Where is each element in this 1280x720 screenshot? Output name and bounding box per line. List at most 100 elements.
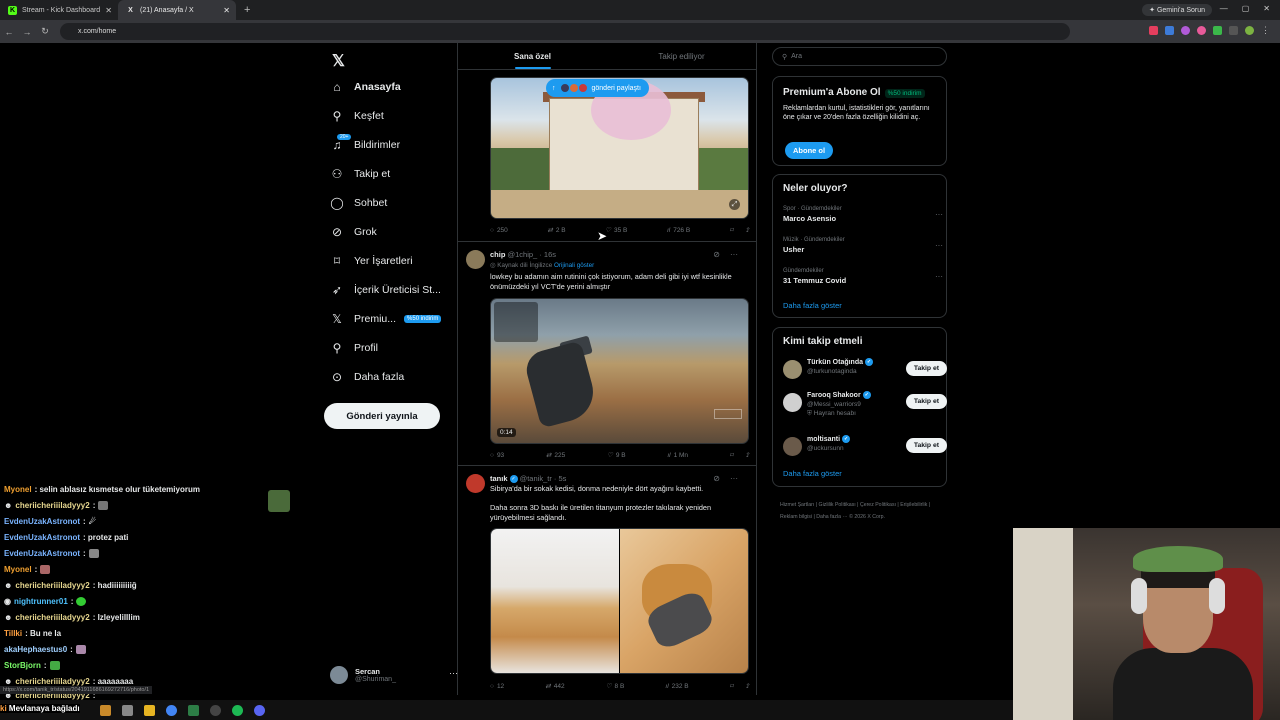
extension-icon[interactable] xyxy=(1181,26,1190,35)
forward-icon[interactable]: → xyxy=(18,27,36,37)
footer-links[interactable]: Hizmet Şartları | Gizlilik Politikası | … xyxy=(780,499,940,523)
follow-suggestion[interactable]: moltisanti ✓ @uckursunn Takip et xyxy=(783,433,947,459)
show-more-link[interactable]: Daha fazla göster xyxy=(783,469,842,478)
spotify-icon[interactable] xyxy=(232,704,243,716)
menu-dots-icon[interactable]: ⋮ xyxy=(1261,25,1270,36)
post[interactable]: chip @1chip_ · 16s ⊘ ··· ◎ Kaynak dili İn… xyxy=(458,241,756,465)
sidebar-item-home[interactable]: ⌂ Anasayfa xyxy=(330,75,460,99)
extension-icon[interactable] xyxy=(1149,26,1158,35)
like-button[interactable]: ♡ 9 B xyxy=(607,451,626,460)
puzzle-icon[interactable] xyxy=(1229,26,1238,35)
show-more-link[interactable]: Daha fazla göster xyxy=(783,301,842,310)
repost-button[interactable]: ⇄ 225 xyxy=(546,451,565,460)
sidebar-item-creator-studio[interactable]: ➶ İçerik Üreticisi St... xyxy=(330,278,460,302)
show-original-link[interactable]: Orijinali göster xyxy=(554,262,594,269)
post-image[interactable]: ⤢ xyxy=(490,77,749,219)
post-image[interactable] xyxy=(490,528,749,674)
more-dots-icon[interactable]: ··· xyxy=(730,250,738,259)
more-dots-icon[interactable]: ··· xyxy=(935,210,943,219)
view-count: 1 Mn xyxy=(673,451,689,459)
grok-icon[interactable]: ⊘ xyxy=(713,250,720,259)
sidebar-item-premium[interactable]: 𝕏 Premiu... %50 indirim xyxy=(330,307,460,331)
more-dots-icon[interactable]: ··· xyxy=(730,474,738,483)
tab-following[interactable]: Takip ediliyor xyxy=(607,43,756,69)
grok-icon[interactable]: ⊘ xyxy=(713,474,720,483)
like-button[interactable]: ♡ 8 B xyxy=(606,682,625,691)
post-button[interactable]: Gönderi yayınla xyxy=(324,403,440,429)
new-tab-icon[interactable]: + xyxy=(244,4,250,16)
follow-button[interactable]: Takip et xyxy=(905,394,947,409)
author-name[interactable]: tanık xyxy=(490,474,508,483)
sidebar-item-profile[interactable]: ⚲ Profil xyxy=(330,336,460,360)
reload-icon[interactable]: ↻ xyxy=(36,26,54,37)
extension-icon[interactable] xyxy=(1165,26,1174,35)
sidebar-item-explore[interactable]: ⚲ Keşfet xyxy=(330,104,460,128)
maximize-icon[interactable]: ▢ xyxy=(1242,4,1250,13)
subscribe-button[interactable]: Abone ol xyxy=(785,142,834,159)
back-icon[interactable]: ← xyxy=(0,27,18,37)
extension-icon[interactable] xyxy=(1197,26,1206,35)
share-icon[interactable]: ⇪ xyxy=(745,226,750,234)
sidebar-item-notifications[interactable]: ♫ 20+ Bildirimler xyxy=(330,133,460,157)
sidebar-item-follow[interactable]: ⚇ Takip et xyxy=(330,162,460,186)
follow-button[interactable]: Takip et xyxy=(905,438,947,453)
avatar[interactable] xyxy=(466,474,485,493)
gemini-button[interactable]: ✦ Gemini'a Sorun xyxy=(1142,4,1212,16)
search-input[interactable]: ⚲ Ara xyxy=(772,47,947,66)
repost-button[interactable]: ⇄ 442 xyxy=(545,682,564,691)
trend-item[interactable]: Müzik · Gündemdekiler Usher ··· xyxy=(783,237,943,254)
sidebar-item-bookmarks[interactable]: ⌑ Yer İşaretleri xyxy=(330,249,460,273)
app-icon[interactable] xyxy=(188,704,199,716)
reply-button[interactable]: ○ 12 xyxy=(490,682,504,690)
more-dots-icon[interactable]: ··· xyxy=(935,241,943,250)
who-to-follow-card: Kimi takip etmeli Türkün Otağında ✓ @turk… xyxy=(772,327,947,487)
avatar[interactable] xyxy=(466,250,485,269)
views-button[interactable]: ıl 1 Mn xyxy=(667,451,688,459)
views-button[interactable]: ıl 726 B xyxy=(667,226,690,234)
minimize-icon[interactable]: — xyxy=(1220,4,1228,13)
share-icon[interactable]: ⇪ xyxy=(745,451,750,459)
discord-icon[interactable] xyxy=(254,704,265,716)
tab-for-you[interactable]: Sana özel xyxy=(458,43,607,69)
discount-badge: %50 indirim xyxy=(884,89,925,98)
obs-icon[interactable] xyxy=(210,704,221,716)
bookmark-icon[interactable]: ⌑ xyxy=(730,226,733,234)
follow-suggestion[interactable]: Farooq Shakoor ✓ @Messi_warriors9 ⛨ Hayra… xyxy=(783,389,947,423)
post[interactable]: tanık ✓ @tanik_tr · 5s ⊘ ··· Sibirya'da bi… xyxy=(458,465,756,695)
follow-suggestion[interactable]: Türkün Otağında ✓ @turkunotaginda Takip e… xyxy=(783,356,947,382)
trend-item[interactable]: Spor · Gündemdekiler Marco Asensio ··· xyxy=(783,206,943,223)
app-icon[interactable] xyxy=(100,704,111,716)
app-icon[interactable] xyxy=(122,704,133,716)
bookmark-icon[interactable]: ⌑ xyxy=(730,682,733,690)
views-button[interactable]: ıl 232 B xyxy=(665,682,688,690)
chrome-icon[interactable] xyxy=(166,704,177,716)
trend-item[interactable]: Gündemdekiler 31 Temmuz Covid ··· xyxy=(783,268,943,285)
share-icon[interactable]: ⇪ xyxy=(745,682,750,690)
like-button[interactable]: ♡ 35 B xyxy=(605,226,627,235)
bookmark-icon[interactable]: ⌑ xyxy=(730,451,733,459)
close-tab-icon[interactable]: ✕ xyxy=(223,6,230,15)
x-logo-icon[interactable]: 𝕏 xyxy=(332,51,345,71)
folder-icon[interactable] xyxy=(144,704,155,716)
post-video[interactable]: 0:14 xyxy=(490,298,749,444)
reply-button[interactable]: ○ 250 xyxy=(490,226,508,234)
close-tab-icon[interactable]: ✕ xyxy=(105,6,112,15)
follow-button[interactable]: Takip et xyxy=(905,361,947,376)
extension-icon[interactable] xyxy=(1213,26,1222,35)
chat-text: : xyxy=(83,549,86,558)
reply-button[interactable]: ○ 93 xyxy=(490,451,504,459)
account-switcher[interactable]: Sercan @Shuriman_ ··· xyxy=(330,663,458,687)
sidebar-item-chat[interactable]: ◯ Sohbet xyxy=(330,191,460,215)
browser-tab-x[interactable]: X (21) Anasayfa / X ✕ xyxy=(118,0,236,20)
author-name[interactable]: chip xyxy=(490,250,505,259)
repost-button[interactable]: ⇄ 2 B xyxy=(547,226,565,235)
new-posts-pill[interactable]: ↑ gönderi paylaştı xyxy=(546,79,649,97)
browser-tab-kick[interactable]: K Stream - Kick Dashboard ✕ xyxy=(0,0,118,20)
url-field[interactable]: x.com/home xyxy=(60,23,1070,40)
expand-image-icon[interactable]: ⤢ xyxy=(729,199,740,210)
more-dots-icon[interactable]: ··· xyxy=(935,272,943,281)
close-window-icon[interactable]: ✕ xyxy=(1263,4,1270,13)
sidebar-item-more[interactable]: ⊙ Daha fazla xyxy=(330,365,460,389)
profile-avatar[interactable] xyxy=(1245,26,1254,35)
sidebar-item-grok[interactable]: ⊘ Grok xyxy=(330,220,460,244)
